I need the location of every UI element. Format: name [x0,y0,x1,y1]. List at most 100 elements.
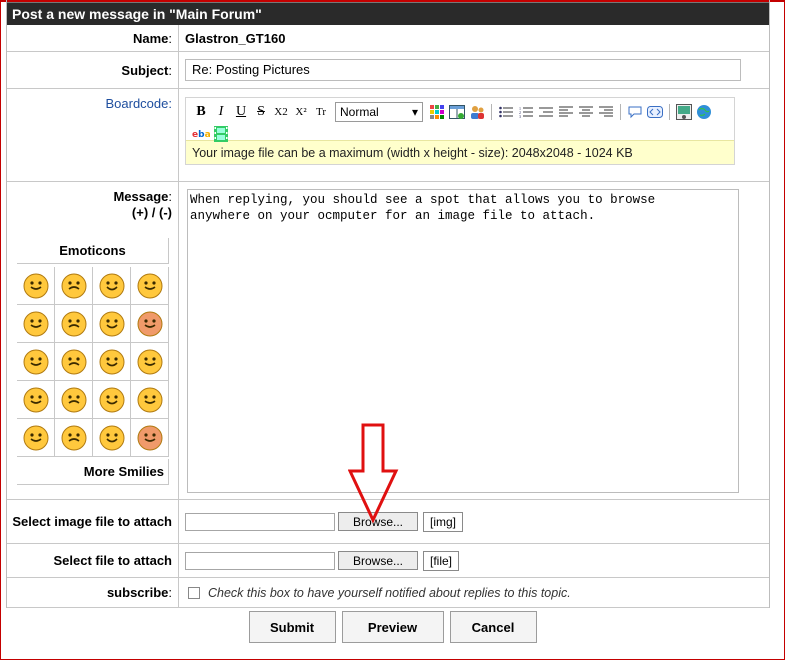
align-left-icon[interactable] [556,102,576,122]
smiley-icon[interactable] [93,381,131,419]
subject-input[interactable]: Re: Posting Pictures [185,59,741,81]
underline-button[interactable]: U [231,102,251,122]
svg-text:ebay: ebay [192,130,210,139]
smiley-icon[interactable] [93,343,131,381]
color-grid-icon[interactable] [427,102,447,122]
teletype-button[interactable]: Tr [311,102,331,122]
smiley-icon[interactable] [55,419,93,457]
img-tag-button[interactable]: [img] [423,511,464,532]
align-right-icon[interactable] [596,102,616,122]
link-globe-icon[interactable] [694,102,714,122]
toolbar-separator [620,104,621,120]
message-textarea[interactable]: When replying, you should see a spot tha… [187,189,739,493]
preview-button[interactable]: Preview [341,611,444,643]
smiley-icon[interactable] [131,343,169,381]
subscribe-checkbox[interactable] [188,586,200,599]
file-browse-button[interactable]: Browse... [338,551,418,570]
smiley-icon[interactable] [131,381,169,419]
smiley-face [23,311,48,336]
smiley-face [99,273,124,298]
subscribe-row: subscribe: Check this box to have yourse… [7,578,769,608]
list-item-icon[interactable] [536,102,556,122]
table-icon[interactable] [447,102,467,122]
ebay-icon[interactable]: ebay [191,123,211,143]
form-header: Post a new message in "Main Forum" [7,2,769,25]
name-value: Glastron_GT160 [185,30,286,46]
smiley-icon[interactable] [17,343,55,381]
smiley-icon[interactable] [93,267,131,305]
smiley-face [99,425,124,450]
align-center-icon[interactable] [576,102,596,122]
name-label: Name: [7,25,179,51]
smiley-face [61,425,86,450]
smiley-face [137,425,162,450]
smiley-face [137,311,162,336]
smiley-icon[interactable] [55,305,93,343]
toolbar-separator [491,104,492,120]
annotation-arrow-icon [348,423,399,523]
image-size-notice: Your image file can be a maximum (width … [186,140,734,164]
numbered-list-icon[interactable]: 123 [516,102,536,122]
smiley-icon[interactable] [55,381,93,419]
smiley-icon[interactable] [17,267,55,305]
smiley-icon[interactable] [55,343,93,381]
file-attach-row: Select file to attach Browse... [file] [7,544,769,578]
smiley-face [23,387,48,412]
smiley-face [137,349,162,374]
smiley-face [137,273,162,298]
smiley-face [99,387,124,412]
smiley-face [23,349,48,374]
smiley-icon[interactable] [93,419,131,457]
smiley-icon[interactable] [17,381,55,419]
smiley-face [23,273,48,298]
boardcode-row: Boardcode: B I U S X2 X² Tr Normal ▾ 1 2… [7,89,769,182]
emoticons-title: Emoticons [17,238,169,264]
smiley-face [23,425,48,450]
message-size-toggle[interactable]: (+) / (-) [132,205,172,220]
subscribe-text: Check this box to have yourself notified… [208,585,571,600]
smiley-icon[interactable] [55,267,93,305]
users-icon[interactable] [467,102,487,122]
smiley-icon[interactable] [131,419,169,457]
cancel-button[interactable]: Cancel [449,611,537,643]
toolbar-separator [669,104,670,120]
submit-button[interactable]: Submit [248,611,336,643]
subject-label: Subject: [7,52,179,88]
message-label: Message: (+) / (-) [113,189,172,220]
more-smilies-link[interactable]: More Smilies [17,459,169,485]
subscribe-label: subscribe: [7,578,179,607]
svg-text:3: 3 [519,114,521,118]
italic-button[interactable]: I [211,102,231,122]
boardcode-label: Boardcode: [7,89,179,181]
code-icon[interactable] [645,102,665,122]
quote-icon[interactable] [625,102,645,122]
form-buttons: Submit Preview Cancel [0,611,785,643]
message-left-panel: Message: (+) / (-) Emoticons More Smilie… [7,182,179,499]
smiley-face [137,387,162,412]
file-input[interactable] [185,551,335,570]
strike-button[interactable]: S [251,102,271,122]
smiley-icon[interactable] [131,267,169,305]
smiley-face [61,349,86,374]
image-file-input[interactable] [185,512,335,531]
smiley-face [61,273,86,298]
smiley-icon[interactable] [131,305,169,343]
subject-row: Subject: Re: Posting Pictures [7,52,769,89]
smiley-icon[interactable] [17,305,55,343]
superscript-button[interactable]: X² [291,102,311,122]
file-tag-button[interactable]: [file] [423,550,460,571]
subscript-button[interactable]: X2 [271,102,291,122]
emoticons-grid [17,267,169,457]
smiley-face [99,311,124,336]
image-icon[interactable] [674,102,694,122]
bold-button[interactable]: B [191,102,211,122]
smiley-icon[interactable] [93,305,131,343]
smiley-face [99,349,124,374]
bullet-list-icon[interactable] [496,102,516,122]
font-size-select[interactable]: Normal ▾ [335,102,423,122]
boardcode-toolbar: B I U S X2 X² Tr Normal ▾ 1 2 3 eba Your… [185,97,735,165]
smiley-icon[interactable] [17,419,55,457]
name-row: Name: Glastron_GT160 [7,25,769,52]
file-attach-label: Select file to attach [7,544,179,577]
smiley-face [61,311,86,336]
